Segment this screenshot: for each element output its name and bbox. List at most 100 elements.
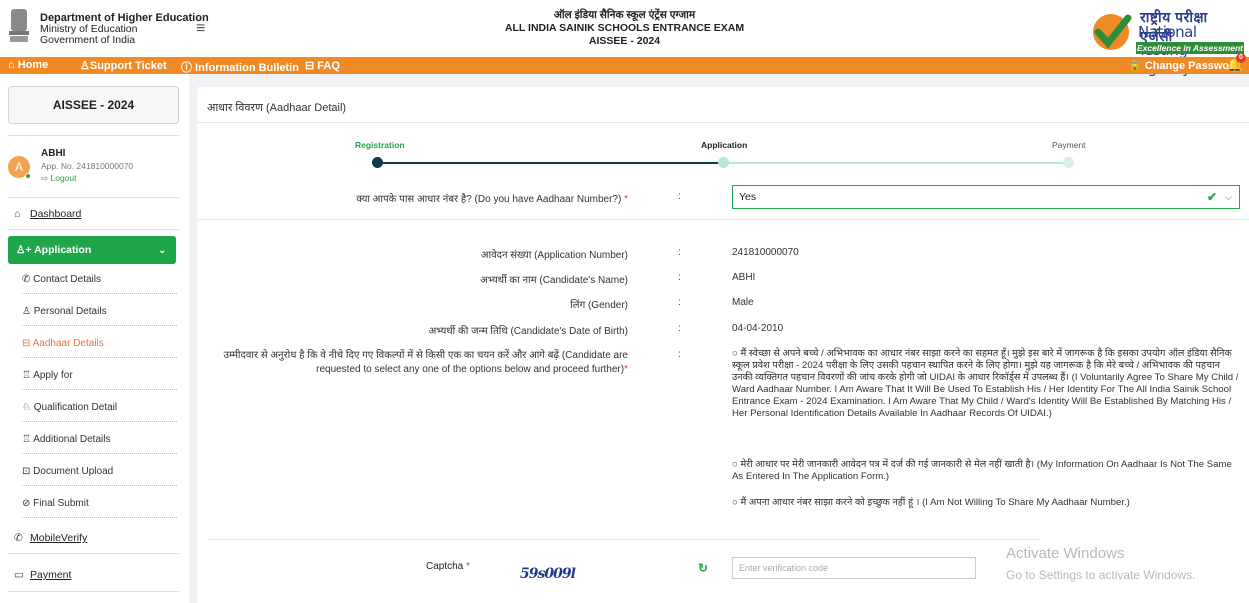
sidebar-subitem-qualification[interactable]: ♘ Qualification Detail (22, 402, 117, 413)
step-dot-application (718, 157, 729, 168)
divider (8, 591, 179, 592)
nta-logo: राष्ट्रीय परीक्षा एजेंसी National Testin… (1086, 6, 1244, 77)
step-application-label: Application (701, 140, 748, 150)
step-registration-label: Registration (355, 140, 405, 150)
award-icon: ♘ (22, 402, 34, 413)
sidebar-subitem-additional-details[interactable]: ♖ Additional Details (22, 434, 110, 445)
upload-icon: ⊡ (22, 466, 34, 477)
refresh-captcha-icon[interactable]: ↻ (698, 561, 708, 575)
required-asterisk: * (463, 561, 470, 572)
person-icon: ♙ (22, 306, 34, 317)
step-remaining-line (722, 162, 1068, 164)
subitem-label: Document Upload (33, 466, 114, 477)
online-status-dot (25, 173, 31, 179)
subitem-label: Contact Details (33, 274, 101, 285)
sidebar-item-dashboard[interactable]: ⌂ Dashboard (14, 208, 81, 220)
divider (22, 453, 177, 454)
subitem-label: Aadhaar Details (32, 338, 104, 349)
user-app-number: App. No. 241810000070 (41, 161, 134, 171)
step-payment-label: Payment (1052, 140, 1086, 150)
sidebar-item-payment[interactable]: ▭ Payment (14, 569, 71, 581)
sidebar-item-application[interactable]: ♙+ Application ⌄ (8, 236, 176, 264)
sidebar-subitem-apply-for[interactable]: ♖ Apply for (22, 370, 73, 381)
application-number-value: 241810000070 (732, 247, 799, 258)
chevron-down-icon: ⌵ (1225, 192, 1232, 202)
change-password-link[interactable]: 🔒 Change Password (1128, 59, 1240, 72)
application-number-label: आवेदन संख्या (Application Number) (480, 250, 628, 261)
sidebar: AISSEE - 2024 A ABHI App. No. 2418100000… (0, 74, 189, 603)
divider (22, 389, 177, 390)
phone-icon: ✆ (22, 274, 34, 285)
divider (22, 485, 177, 486)
candidate-name-label: अभ्यर्थी का नाम (Candidate's Name) (480, 275, 628, 286)
colon: : (678, 349, 681, 360)
check-circle-icon: ⊘ (22, 498, 34, 509)
chevron-down-icon: ⌄ (158, 245, 166, 255)
aadhaar-select-value: Yes (739, 191, 757, 203)
divider (8, 553, 179, 554)
subitem-label: Final Submit (33, 498, 89, 509)
dob-value: 04-04-2010 (732, 323, 784, 334)
radio-option-not-willing[interactable]: ○ मैं अपना आधार नंबर साझा करने को इच्छुक… (732, 497, 1240, 509)
user-name: ABHI (41, 148, 66, 159)
aadhaar-question-text: क्या आपके पास आधार नंबर है? (Do you have… (356, 194, 622, 205)
radio-option-agree[interactable]: ○ मैं स्वेच्छा से अपने बच्चे / अभिभावक क… (732, 348, 1240, 420)
colon: : (678, 247, 681, 258)
step-dot-registration (372, 157, 383, 168)
exam-title-hindi: ऑल इंडिया सैनिक स्कूल एंट्रेंस एग्जाम (553, 9, 696, 21)
subitem-label: Apply for (33, 370, 73, 381)
activate-windows-subtitle: Go to Settings to activate Windows. (1006, 568, 1196, 582)
sidebar-subitem-personal-details[interactable]: ♙ Personal Details (22, 306, 107, 317)
required-asterisk: * (624, 364, 628, 375)
home-icon: ⌂ (14, 208, 21, 220)
required-asterisk: * (624, 194, 628, 205)
candidate-name-value: ABHI (732, 272, 756, 283)
medal-icon: ♖ (22, 434, 34, 445)
nav-home[interactable]: ⌂ Home (8, 59, 48, 71)
gender-value: Male (732, 297, 754, 308)
logout-link[interactable]: ⇨ Logout (41, 173, 76, 184)
gender-label: लिंग (Gender) (570, 300, 628, 311)
captcha-label: Captcha * (426, 561, 470, 572)
sidebar-subitem-aadhaar-details[interactable]: ⊟ Aadhaar Details (22, 338, 104, 349)
dob-label: अभ्यर्थी की जन्म तिथि (Candidate's Date … (428, 326, 628, 337)
nav-support-ticket[interactable]: ♙Support Ticket (80, 59, 167, 72)
panel-header: आधार विवरण (Aadhaar Detail) (197, 87, 1249, 123)
nav-information-bulletin[interactable]: ⓘ Information Bulletin (181, 59, 299, 75)
nav-bar: ⌂ Home ♙Support Ticket ⓘ Information Bul… (0, 53, 1249, 75)
radio-option-mismatch[interactable]: ○ मेरी आधार पर मेरी जानकारी आवेदन पत्र म… (732, 459, 1240, 483)
subitem-label: Qualification Detail (33, 402, 118, 413)
activate-windows-title: Activate Windows (1006, 545, 1125, 562)
colon: : (678, 191, 681, 202)
divider (22, 357, 177, 358)
sidebar-item-label: Payment (30, 569, 72, 581)
options-question-label: उम्मीदवार से अनुरोध है कि वे नीचे दिए गए… (197, 349, 628, 377)
nta-tagline: Excellence in Assessment (1136, 42, 1244, 54)
step-dot-payment (1063, 157, 1074, 168)
sidebar-subitem-document-upload[interactable]: ⊡ Document Upload (22, 466, 113, 477)
divider (8, 229, 179, 230)
divider (22, 421, 177, 422)
captcha-image: 59s009l (520, 566, 576, 582)
sidebar-item-mobile-verify[interactable]: ✆ MobileVerify (14, 532, 87, 544)
nav-faq[interactable]: ⊟ FAQ (305, 59, 340, 72)
sidebar-item-label: Application (34, 244, 92, 256)
sidebar-subitem-contact-details[interactable]: ✆ Contact Details (22, 274, 101, 285)
options-question-line2: requested to select any one of the optio… (316, 364, 625, 375)
page-title: आधार विवरण (Aadhaar Detail) (207, 102, 347, 114)
top-header: Department of Higher Education Ministry … (0, 0, 1249, 77)
aadhaar-select[interactable]: Yes ✔ ⌵ (732, 185, 1240, 209)
captcha-input[interactable]: Enter verification code (732, 557, 976, 579)
captcha-label-text: Captcha (426, 561, 464, 572)
step-progress-line (377, 162, 722, 164)
id-card-icon: ⊟ (22, 338, 33, 349)
notification-count-badge: 0 (1236, 53, 1246, 63)
colon: : (678, 297, 681, 308)
exam-title-code: AISSEE - 2024 (588, 35, 661, 47)
valid-check-icon: ✔ (1206, 190, 1217, 204)
sidebar-subitem-final-submit[interactable]: ⊘ Final Submit (22, 498, 89, 509)
user-plus-icon: ♙+ (16, 244, 35, 256)
exam-title: ऑल इंडिया सैनिक स्कूल एंट्रेंस एग्जाम AL… (0, 9, 1249, 48)
exam-title-english: ALL INDIA SAINIK SCHOOLS ENTRANCE EXAM (504, 22, 745, 34)
logout-label: Logout (50, 173, 77, 183)
